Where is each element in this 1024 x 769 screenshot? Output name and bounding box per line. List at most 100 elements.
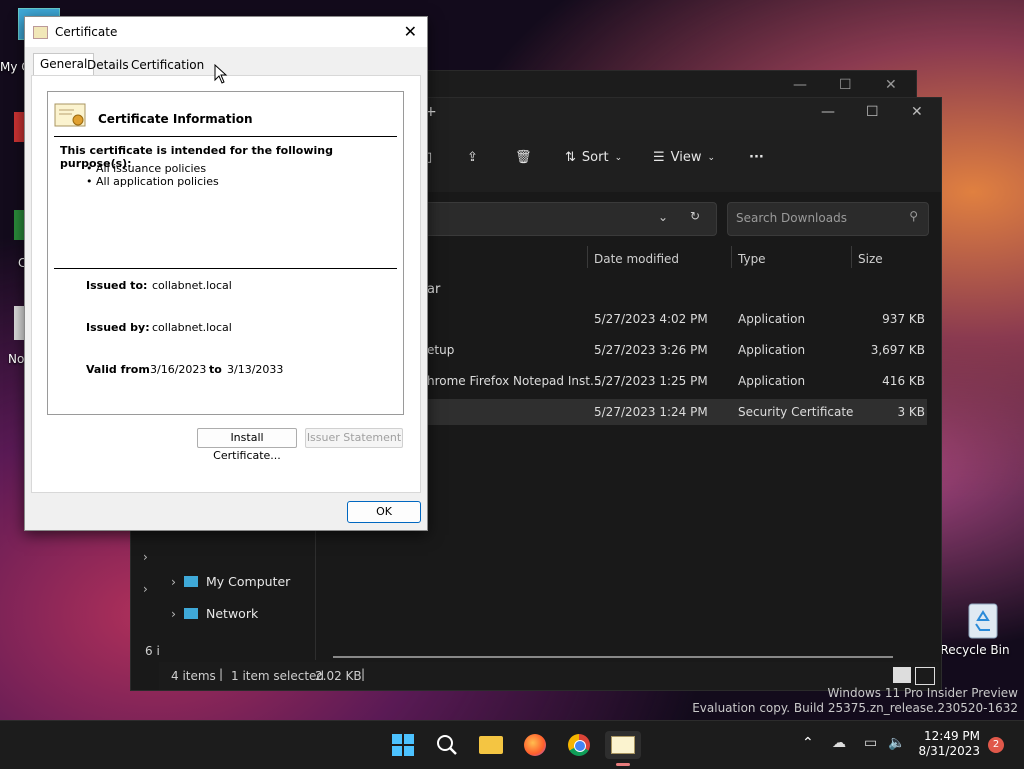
file-name: etup (427, 343, 455, 357)
minimize-icon[interactable]: — (793, 77, 807, 93)
firefox-icon (524, 734, 546, 756)
close-icon[interactable]: ✕ (885, 77, 897, 93)
mouse-cursor-icon (214, 64, 228, 84)
maximize-icon[interactable]: ☐ (839, 77, 852, 93)
recycle-bin-icon (968, 603, 997, 639)
chevron-right-icon[interactable]: › (143, 550, 148, 564)
details-view-icon[interactable] (893, 667, 911, 683)
chevron-up-icon[interactable]: ⌃ (802, 735, 814, 751)
valid-from-label: Valid from (86, 363, 150, 376)
column-header-date[interactable]: Date modified (594, 252, 679, 266)
nav-item-my-computer[interactable]: › My Computer (171, 574, 290, 589)
view-button[interactable]: ☰ View ⌄ (653, 150, 715, 165)
onedrive-icon[interactable]: ☁ (832, 735, 846, 751)
chevron-down-icon[interactable]: ⌄ (658, 210, 668, 224)
valid-to-label: to (209, 363, 222, 376)
purpose-item: • All application policies (86, 175, 219, 188)
issued-by-label: Issued by: (86, 321, 150, 334)
file-type: Application (738, 312, 806, 326)
issued-by-value: collabnet.local (152, 321, 232, 334)
tab-certification-path[interactable]: Certification Path (125, 55, 210, 92)
file-date: 5/27/2023 1:25 PM (594, 374, 708, 388)
chevron-right-icon[interactable]: › (143, 582, 148, 596)
status-selected: 1 item selected (231, 669, 325, 683)
valid-to-value: 3/13/2033 (227, 363, 284, 376)
divider (54, 268, 397, 269)
column-header-type[interactable]: Type (738, 252, 766, 266)
certificate-icon (611, 736, 635, 754)
dialog-titlebar[interactable]: Certificate ✕ (25, 17, 427, 47)
status-size: 2.02 KB (315, 669, 362, 683)
file-row[interactable]: hrome Firefox Notepad Inst... 5/27/2023 … (427, 368, 927, 394)
share-icon[interactable]: ⇪ (467, 150, 478, 165)
chevron-down-icon: ⌄ (707, 152, 716, 163)
view-label: View (670, 150, 702, 165)
volume-icon[interactable]: 🔈 (888, 735, 905, 751)
divider (54, 136, 397, 137)
chevron-down-icon: ⌄ (614, 152, 623, 163)
file-size: 937 KB (882, 312, 925, 326)
sort-button[interactable]: ⇅ Sort ⌄ (565, 150, 622, 165)
sort-label: Sort (581, 150, 609, 165)
taskbar: ⌃ ☁ ▭ 🔈 12:49 PM 8/31/2023 2 (0, 720, 1024, 769)
certificate-icon (54, 103, 86, 127)
refresh-icon[interactable]: ↻ (690, 209, 700, 223)
general-tab-panel: Certificate Information This certificate… (31, 75, 421, 493)
close-icon[interactable]: ✕ (911, 104, 923, 120)
recycle-bin-desktop-icon[interactable]: Recycle Bin (940, 598, 1010, 657)
delete-icon[interactable]: 🗑 (515, 150, 532, 165)
status-separator: | (219, 667, 224, 681)
file-size: 3,697 KB (870, 343, 925, 357)
close-icon[interactable]: ✕ (404, 22, 417, 41)
minimize-icon[interactable]: — (821, 104, 835, 120)
file-row[interactable]: 5/27/2023 4:02 PM Application 937 KB (427, 306, 927, 332)
side-item-count: 6 i (145, 644, 160, 658)
column-divider[interactable] (731, 246, 732, 268)
search-button[interactable] (433, 731, 461, 759)
install-certificate-button[interactable]: Install Certificate... (197, 428, 297, 462)
more-options-button[interactable]: ··· (749, 150, 764, 165)
search-icon (437, 735, 457, 755)
issued-to-value: collabnet.local (152, 279, 232, 292)
status-bar: 4 items | 1 item selected 2.02 KB | (159, 662, 939, 690)
file-type: Security Certificate (738, 405, 854, 419)
chevron-right-icon[interactable]: › (171, 606, 176, 621)
certificate-info-box: Certificate Information This certificate… (47, 91, 404, 415)
file-type: Application (738, 374, 806, 388)
chevron-right-icon[interactable]: › (171, 574, 176, 589)
file-row[interactable]: etup 5/27/2023 3:26 PM Application 3,697… (427, 337, 927, 363)
status-separator: | (361, 667, 366, 681)
info-heading: Certificate Information (98, 112, 253, 126)
search-icon: ⚲ (909, 209, 918, 223)
firefox-taskbar-button[interactable] (521, 731, 549, 759)
file-date: 5/27/2023 4:02 PM (594, 312, 708, 326)
windows-logo-icon (392, 734, 414, 756)
file-explorer-taskbar-button[interactable] (477, 731, 505, 759)
column-header-size[interactable]: Size (858, 252, 883, 266)
column-divider[interactable] (851, 246, 852, 268)
start-button[interactable] (389, 731, 417, 759)
maximize-icon[interactable]: ☐ (866, 104, 879, 120)
column-divider[interactable] (587, 246, 588, 268)
certificate-icon (33, 26, 48, 39)
issued-to-label: Issued to: (86, 279, 148, 292)
active-indicator (616, 763, 630, 766)
certificate-dialog[interactable]: Certificate ✕ General Details Certificat… (24, 16, 428, 531)
notification-badge[interactable]: 2 (988, 737, 1004, 753)
issuer-statement-button[interactable]: Issuer Statement (305, 428, 403, 448)
tiles-view-icon[interactable] (915, 667, 935, 685)
group-header[interactable]: ar (427, 282, 440, 297)
search-placeholder: Search Downloads (736, 211, 847, 225)
network-icon (184, 608, 198, 619)
nav-item-network[interactable]: › Network (171, 606, 258, 621)
horizontal-scrollbar[interactable] (333, 656, 893, 658)
chrome-taskbar-button[interactable] (565, 731, 593, 759)
file-name: hrome Firefox Notepad Inst... (427, 374, 602, 388)
network-status-icon[interactable]: ▭ (864, 735, 877, 751)
certificate-taskbar-button[interactable] (605, 731, 641, 759)
file-row-selected[interactable]: 5/27/2023 1:24 PM Security Certificate 3… (427, 399, 927, 425)
search-input[interactable]: Search Downloads ⚲ (727, 202, 929, 236)
clock-date: 8/31/2023 (918, 744, 980, 758)
clock[interactable]: 12:49 PM 8/31/2023 (912, 729, 980, 759)
ok-button[interactable]: OK (347, 501, 421, 523)
